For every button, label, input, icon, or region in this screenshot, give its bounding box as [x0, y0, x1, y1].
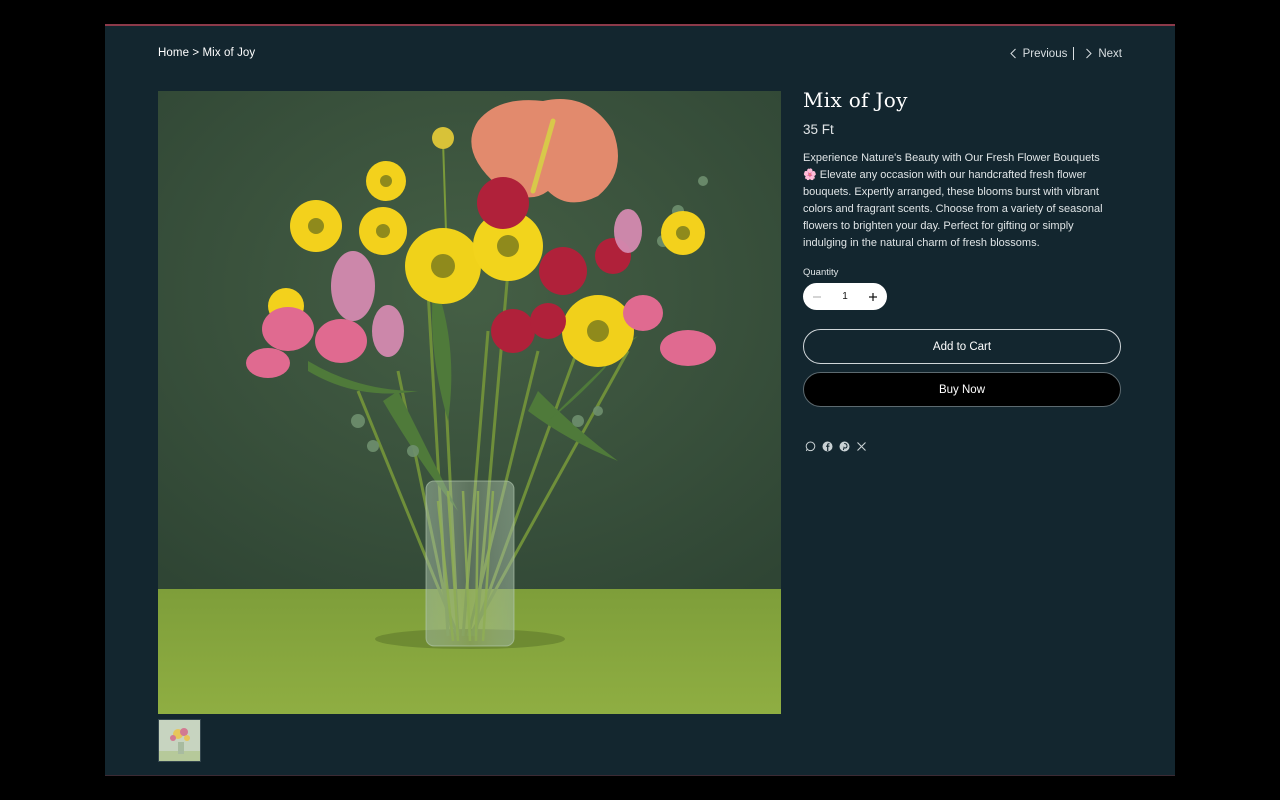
quantity-label: Quantity — [803, 267, 839, 278]
product-thumbnail[interactable] — [158, 719, 201, 762]
quantity-decrement-button[interactable] — [811, 291, 823, 303]
pager-divider — [1073, 47, 1075, 60]
previous-label: Previous — [1022, 47, 1068, 60]
breadcrumb-current: Mix of Joy — [202, 47, 256, 59]
description-heading: Experience Nature's Beauty with Our Fres… — [803, 152, 1100, 164]
product-pager: Previous Next — [1009, 47, 1122, 60]
breadcrumb-separator: > — [192, 47, 200, 59]
minus-icon — [813, 296, 821, 297]
share-bar — [803, 441, 1123, 452]
previous-link[interactable]: Previous — [1009, 47, 1068, 60]
add-to-cart-button[interactable]: Add to Cart — [803, 329, 1121, 364]
product-description: Experience Nature's Beauty with Our Fres… — [803, 150, 1113, 252]
facebook-icon[interactable] — [822, 441, 833, 452]
flower-emoji-icon: 🌸 — [803, 169, 817, 181]
product-main-image[interactable] — [158, 91, 781, 714]
x-icon[interactable] — [856, 441, 867, 452]
next-label: Next — [1098, 47, 1122, 60]
next-link[interactable]: Next — [1084, 48, 1122, 60]
product-title: Mix of Joy — [803, 88, 908, 112]
plus-icon — [869, 292, 877, 301]
quantity-increment-button[interactable] — [867, 291, 879, 303]
chevron-right-icon — [1086, 48, 1093, 59]
breadcrumb: Home > Mix of Joy — [158, 47, 255, 59]
bouquet-illustration — [158, 91, 781, 714]
breadcrumb-home-link[interactable]: Home — [158, 47, 189, 59]
product-price: 35 Ft — [803, 122, 834, 137]
chevron-left-icon — [1009, 48, 1016, 59]
description-body: Elevate any occasion with our handcrafte… — [803, 169, 1103, 249]
product-page: Home > Mix of Joy Previous Next Mix of J… — [105, 24, 1175, 776]
thumbnail-image — [159, 720, 200, 761]
pinterest-icon[interactable] — [839, 441, 850, 452]
quantity-input[interactable]: 1 — [842, 291, 848, 302]
product-info-panel: Mix of Joy 35 Ft Experience Nature's Bea… — [803, 88, 1123, 452]
whatsapp-icon[interactable] — [805, 441, 816, 452]
buy-now-button[interactable]: Buy Now — [803, 372, 1121, 407]
quantity-stepper: 1 — [803, 283, 887, 310]
